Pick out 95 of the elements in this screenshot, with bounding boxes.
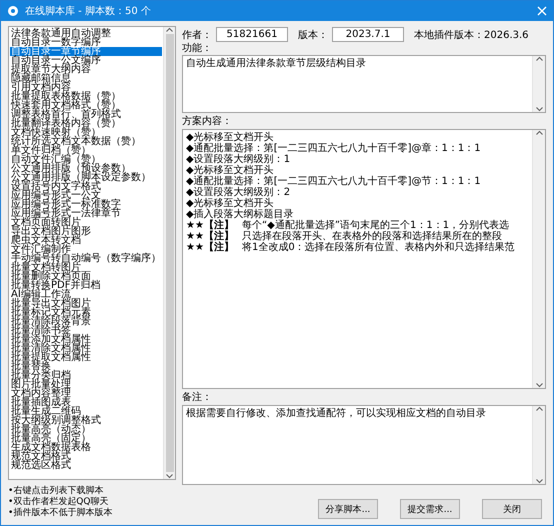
script-item[interactable]: 公文通用排版（预设参数） <box>10 164 162 173</box>
note-text: 只选择在段落开头、在表格外的段落和选择结果所在的整段 <box>242 231 502 242</box>
script-item[interactable]: 文档内容整理 <box>10 389 162 398</box>
script-item[interactable]: 引用文档内容 <box>10 83 162 92</box>
script-item[interactable]: 批量提取文档属性 <box>10 353 162 362</box>
step-line: ◆通配批量选择：第[一二三四五六七八九十百千零]@节：1：1：1 <box>186 176 481 187</box>
script-item[interactable]: 批量删除文档页面 <box>10 272 162 281</box>
script-item[interactable]: 规范文档格式 <box>10 452 162 461</box>
script-item[interactable]: 批量分类归档 <box>10 371 162 380</box>
hint-text: •双击作者栏发起QQ聊天 <box>8 497 110 508</box>
step-line: ◆光标移至文档开头 <box>186 165 274 176</box>
script-item[interactable]: 批量清除书签 <box>10 326 162 335</box>
chevron-up-icon[interactable] <box>536 406 542 411</box>
script-item[interactable]: 批量插图成表 <box>10 398 162 407</box>
script-item[interactable]: 文档快速映射（赞） <box>10 128 162 137</box>
scrollbar[interactable] <box>532 56 545 112</box>
chevron-up-icon[interactable] <box>166 27 173 32</box>
function-text: 自动生成通用法律条款章节层级结构目录 <box>186 58 366 69</box>
scrollbar[interactable] <box>532 130 545 388</box>
script-item[interactable]: 生成文档数据表格 <box>10 443 162 452</box>
note-marker: ★★【注】 <box>186 231 235 242</box>
script-item[interactable]: 规范选区格式 <box>10 461 162 470</box>
script-item[interactable]: 批量转换PDF并归档 <box>10 281 162 290</box>
script-item[interactable]: 文件汇编制作 <box>10 245 162 254</box>
function-field[interactable]: 自动生成通用法律条款章节层级结构目录 <box>182 55 546 113</box>
author-label: 作者： <box>182 28 212 42</box>
script-item[interactable]: 自动目录一公文编序 <box>10 56 162 65</box>
version-field[interactable]: 2023.7.1 <box>332 27 404 42</box>
dialog-button[interactable]: 关闭 <box>482 499 542 519</box>
local-version-text: 本地插件版本：2026.3.6 <box>414 28 529 42</box>
script-item[interactable]: 应用编号形式一标准数字 <box>10 200 162 209</box>
step-line: ◆光标移至文档开头 <box>186 198 274 209</box>
script-item[interactable]: 批量提取表格数据（赞） <box>10 92 162 101</box>
notes-field[interactable]: 根据需要自行修改、添加查找通配符，可以实现相应文档的自动目录 <box>182 405 546 485</box>
script-item[interactable]: 批量翻译表格内容（赞） <box>10 119 162 128</box>
window-title: 在线脚本库 - 脚本数：50 个 <box>25 4 152 18</box>
hint-text: •右键点击列表下载脚本 <box>8 486 104 496</box>
chevron-down-icon[interactable] <box>536 107 542 112</box>
hint-text: •插件版本不低于脚本版本 <box>8 508 114 519</box>
step-line: ◆光标移至文档开头 <box>186 132 274 143</box>
scrollbar[interactable] <box>163 27 175 479</box>
script-item[interactable]: 自动文件汇编（赞） <box>10 155 162 164</box>
script-item[interactable]: 批量高亮（固定） <box>10 434 162 443</box>
script-item[interactable]: 爬虫文本转文档 <box>10 236 162 245</box>
script-item[interactable]: 自动目录一数字编序 <box>10 38 162 47</box>
script-item[interactable]: 批量标记文档元素 <box>10 308 162 317</box>
script-item[interactable]: 设置括号内文字格式 <box>10 182 162 191</box>
step-line: ◆通配批量选择：第[一二三四五六七八九十百千零]@章：1：1：1 <box>186 143 481 154</box>
step-line: ◆设置段落大纲级别：2 <box>186 187 290 198</box>
script-item[interactable]: 导出文档图片图形 <box>10 227 162 236</box>
script-item[interactable]: 法律条款通用自动调整 <box>10 29 162 38</box>
script-item[interactable]: 文档页面转图片 <box>10 218 162 227</box>
script-item[interactable]: 应用编号形式一法律章节 <box>10 209 162 218</box>
close-icon[interactable] <box>537 6 547 16</box>
script-item[interactable]: 提取章节大纲内容 <box>10 65 162 74</box>
script-item[interactable]: 按大纲级别调整格式 <box>10 416 162 425</box>
note-text: 每个“◆通配批量选择”语句末尾的三个1：1：1，分别代表选 <box>242 220 510 231</box>
dialog-button[interactable]: 分享脚本... <box>318 499 378 519</box>
scrollbar[interactable] <box>532 406 545 484</box>
script-item[interactable]: 图片批量处理 <box>10 380 162 389</box>
note-text: 将1全改成0：选择在段落所有位置、表格内外和只选择结果范 <box>242 242 515 253</box>
version-label: 版本： <box>298 28 328 42</box>
script-item[interactable]: 批量导出文档图片 <box>10 299 162 308</box>
notes-label: 备注： <box>182 391 213 405</box>
script-item[interactable]: 调整表格首行、首列格式 <box>10 110 162 119</box>
script-item[interactable]: 公文通用排版（脚本设定参数） <box>10 173 162 182</box>
script-item[interactable]: 统计所选文档文本数据（赞） <box>10 137 162 146</box>
step-line: ◆设置段落大纲级别：1 <box>186 154 290 165</box>
step-line: ◆插入段落大纲标题目录 <box>186 209 294 220</box>
note-marker: ★★【注】 <box>186 220 235 231</box>
script-item[interactable]: 批量生成二维码 <box>10 407 162 416</box>
script-item[interactable]: 批量替换 <box>10 362 162 371</box>
script-item[interactable]: 批量添加文档属性 <box>10 335 162 344</box>
dialog-button[interactable]: 提交需求... <box>400 499 460 519</box>
script-item[interactable]: 手动编号转自动编号（数字编序） <box>10 254 162 263</box>
function-label: 功能： <box>182 43 213 55</box>
chevron-up-icon[interactable] <box>536 130 542 135</box>
script-item[interactable]: 应用编号形式一公文 <box>10 191 162 200</box>
note-marker: ★★【注】 <box>186 242 235 253</box>
script-item[interactable]: 单文件归档（赞） <box>10 146 162 155</box>
script-item[interactable]: 批量高亮（动态） <box>10 425 162 434</box>
chevron-down-icon[interactable] <box>166 474 173 479</box>
notes-text: 根据需要自行修改、添加查找通配符，可以实现相应文档的自动目录 <box>186 408 486 419</box>
chevron-down-icon[interactable] <box>536 479 542 484</box>
author-field[interactable]: 51821661 <box>216 27 288 42</box>
script-item[interactable]: 隐藏邮箱信息 <box>10 74 162 83</box>
chevron-up-icon[interactable] <box>536 56 542 61</box>
chevron-down-icon[interactable] <box>536 383 542 388</box>
content-field[interactable] <box>182 129 546 389</box>
content-label: 方案内容： <box>182 115 233 129</box>
script-item[interactable]: 批量清除段落背景 <box>10 317 162 326</box>
script-item[interactable]: 批量文档转图片 <box>10 263 162 272</box>
script-item[interactable]: 批量清除文档属性 <box>10 344 162 353</box>
script-item[interactable]: 快速套用文档格式（赞） <box>10 101 162 110</box>
script-item[interactable]: AI编辑工作流 <box>10 290 162 299</box>
